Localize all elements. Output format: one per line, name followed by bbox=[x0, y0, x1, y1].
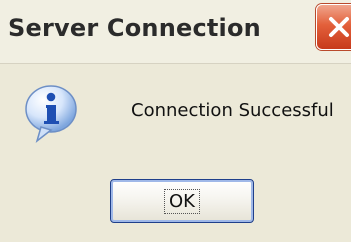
window-title: Server Connection bbox=[8, 14, 261, 42]
server-connection-dialog: Server Connection Connection Successful … bbox=[0, 0, 351, 242]
info-icon bbox=[23, 83, 79, 145]
dialog-body: Connection Successful OK bbox=[0, 64, 351, 242]
close-button[interactable] bbox=[316, 4, 351, 50]
ok-button-label: OK bbox=[164, 188, 200, 214]
ok-button[interactable]: OK bbox=[110, 179, 254, 223]
message-text: Connection Successful bbox=[131, 100, 334, 121]
title-bar: Server Connection bbox=[0, 0, 351, 64]
